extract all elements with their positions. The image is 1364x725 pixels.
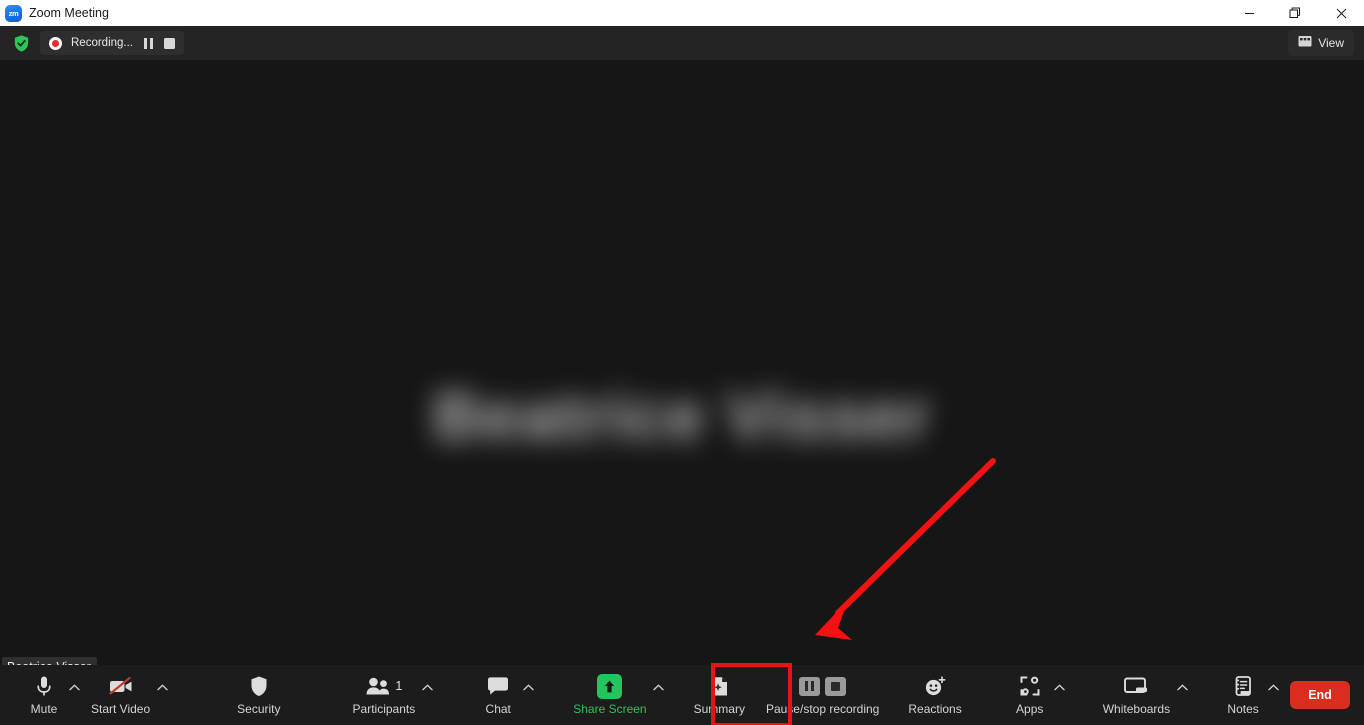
participant-name-blurred: Beatrice Visser bbox=[432, 379, 931, 454]
share-options-chevron-up-icon[interactable] bbox=[651, 665, 667, 725]
participants-icon: 1 bbox=[365, 674, 402, 698]
toolbar-label-start-video: Start Video bbox=[91, 702, 151, 716]
video-off-icon bbox=[107, 674, 135, 698]
end-meeting-button[interactable]: End bbox=[1290, 681, 1350, 709]
meeting-topbar: Recording... View bbox=[0, 26, 1364, 60]
toolbar-pause-recording-icon[interactable] bbox=[799, 676, 821, 696]
participants-count: 1 bbox=[395, 679, 403, 693]
toolbar-item-notes[interactable]: Notes bbox=[1217, 665, 1269, 725]
meeting-toolbar: Mute Start Video Security 1 Participants… bbox=[0, 665, 1364, 725]
close-icon[interactable] bbox=[1318, 0, 1364, 26]
zoom-logo-icon: zm bbox=[5, 4, 22, 22]
chat-bubble-icon bbox=[486, 674, 510, 698]
whiteboards-options-chevron-up-icon[interactable] bbox=[1174, 665, 1190, 725]
toolbar-item-participants[interactable]: 1 Participants bbox=[345, 665, 424, 725]
microphone-icon bbox=[34, 674, 54, 698]
toolbar-label-whiteboards: Whiteboards bbox=[1102, 702, 1171, 716]
pause-recording-icon[interactable] bbox=[144, 37, 153, 49]
window-titlebar: zm Zoom Meeting bbox=[0, 0, 1364, 26]
toolbar-item-chat[interactable]: Chat bbox=[472, 665, 524, 725]
minimize-icon[interactable] bbox=[1226, 0, 1272, 26]
titlebar-left: zm Zoom Meeting bbox=[0, 4, 109, 22]
toolbar-item-reactions[interactable]: Reactions bbox=[900, 665, 969, 725]
toolbar-label-participants: Participants bbox=[352, 702, 416, 716]
toolbar-item-pause-stop-recording[interactable]: Pause/stop recording bbox=[759, 665, 886, 725]
toolbar-item-whiteboards[interactable]: Whiteboards bbox=[1095, 665, 1178, 725]
toolbar-label-notes: Notes bbox=[1227, 702, 1259, 716]
maximize-icon[interactable] bbox=[1272, 0, 1318, 26]
participants-options-chevron-up-icon[interactable] bbox=[419, 665, 435, 725]
view-button[interactable]: View bbox=[1288, 30, 1354, 56]
encryption-shield-icon[interactable] bbox=[10, 32, 32, 54]
summary-sparkle-icon bbox=[709, 674, 730, 698]
shield-icon bbox=[249, 674, 269, 698]
zoom-logo-text: zm bbox=[8, 8, 19, 18]
toolbar-label-security: Security bbox=[237, 702, 281, 716]
apps-icon bbox=[1018, 674, 1042, 698]
toolbar-stop-recording-icon[interactable] bbox=[825, 676, 847, 696]
toolbar-label-pause-stop-recording: Pause/stop recording bbox=[765, 702, 880, 716]
chat-options-chevron-up-icon[interactable] bbox=[520, 665, 536, 725]
view-button-label: View bbox=[1318, 36, 1344, 50]
toolbar-item-share-screen[interactable]: Share Screen bbox=[565, 665, 654, 725]
mute-options-chevron-up-icon[interactable] bbox=[66, 665, 82, 725]
video-stage: Beatrice Visser Beatrice Visser bbox=[0, 60, 1364, 678]
toolbar-item-security[interactable]: Security bbox=[229, 665, 288, 725]
apps-options-chevron-up-icon[interactable] bbox=[1052, 665, 1068, 725]
notes-options-chevron-up-icon[interactable] bbox=[1265, 665, 1281, 725]
toolbar-label-reactions: Reactions bbox=[908, 702, 962, 716]
video-options-chevron-up-icon[interactable] bbox=[154, 665, 170, 725]
notes-icon bbox=[1233, 674, 1254, 698]
record-dot-icon bbox=[49, 36, 62, 50]
recording-status-label: Recording... bbox=[71, 37, 134, 49]
toolbar-item-summary[interactable]: Summary bbox=[686, 665, 753, 725]
layout-grid-icon bbox=[1298, 35, 1312, 51]
toolbar-label-apps: Apps bbox=[1016, 702, 1044, 716]
reactions-icon bbox=[923, 674, 947, 698]
share-screen-icon bbox=[597, 673, 623, 699]
toolbar-label-mute: Mute bbox=[30, 702, 58, 716]
toolbar-label-share-screen: Share Screen bbox=[573, 702, 647, 716]
toolbar-item-mute[interactable]: Mute bbox=[18, 665, 70, 725]
pause-stop-recording-icon bbox=[799, 674, 847, 698]
toolbar-label-summary: Summary bbox=[693, 702, 745, 716]
toolbar-item-apps[interactable]: Apps bbox=[1004, 665, 1056, 725]
recording-indicator: Recording... bbox=[40, 31, 184, 55]
toolbar-label-chat: Chat bbox=[485, 702, 511, 716]
whiteboard-icon bbox=[1123, 674, 1149, 698]
window-controls bbox=[1226, 0, 1364, 26]
window-title: Zoom Meeting bbox=[29, 6, 109, 20]
stop-recording-icon[interactable] bbox=[163, 37, 175, 49]
toolbar-item-start-video[interactable]: Start Video bbox=[83, 665, 158, 725]
end-button-label: End bbox=[1308, 688, 1332, 702]
